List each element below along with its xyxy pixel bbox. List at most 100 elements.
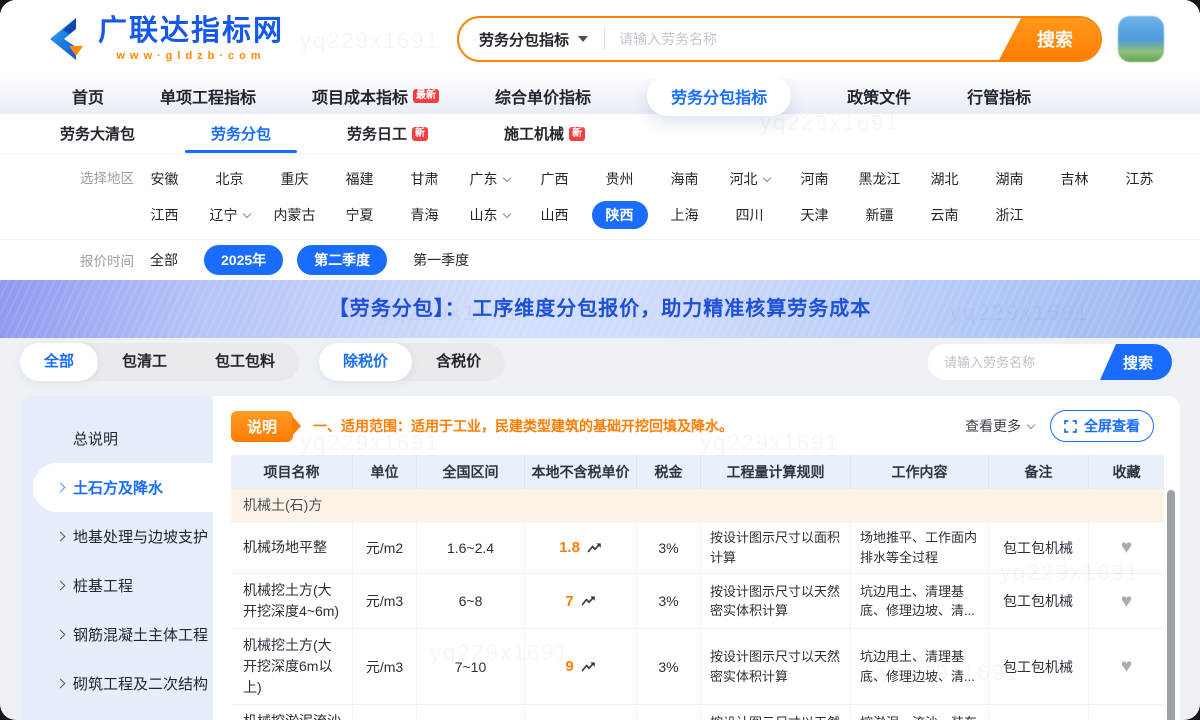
sidebar-item-label: 钢筋混凝土主体工程	[73, 624, 208, 645]
nav-item[interactable]: 首页	[72, 84, 104, 108]
region-chip[interactable]: 广西	[522, 165, 587, 193]
sidebar-item[interactable]: 装饰装修工程	[21, 708, 213, 720]
table-header-row: 项目名称单位全国区间本地不含税单价税金工程量计算规则工作内容备注收藏	[231, 455, 1164, 489]
region-chip[interactable]: 新疆	[847, 201, 912, 229]
time-option[interactable]: 第二季度	[297, 245, 387, 275]
region-chip[interactable]: 湖北	[912, 165, 977, 193]
subnav-item[interactable]: 劳务大清包	[60, 114, 135, 153]
cell-favorite: ♥	[1089, 629, 1164, 704]
region-chip[interactable]: 河南	[782, 165, 847, 193]
region-chip[interactable]: 陕西	[587, 201, 652, 229]
time-option[interactable]: 2025年	[204, 245, 283, 275]
header-search-bar: 劳务分包指标 搜索	[457, 16, 1102, 62]
nav-item[interactable]: 行管指标	[967, 84, 1031, 108]
table-search-input[interactable]	[928, 355, 1100, 370]
region-chip[interactable]: 内蒙古	[262, 201, 327, 229]
region-chip[interactable]: 辽宁	[197, 201, 262, 229]
fullscreen-button[interactable]: 全屏查看	[1050, 410, 1154, 442]
region-chip[interactable]: 上海	[652, 201, 717, 229]
sidebar-item[interactable]: 砌筑工程及二次结构	[21, 659, 213, 708]
favorite-heart-icon[interactable]: ♥	[1121, 538, 1132, 557]
subnav-item[interactable]: 劳务分包	[211, 114, 271, 153]
region-chip[interactable]: 云南	[912, 201, 977, 229]
trend-up-icon	[587, 542, 602, 554]
region-chip-label: 重庆	[271, 165, 319, 193]
cell-local-price: 1.8	[525, 522, 637, 573]
sidebar-item[interactable]: 桩基工程	[21, 561, 213, 610]
nav-item-label: 首页	[72, 84, 104, 108]
region-chip[interactable]: 安徽	[132, 165, 197, 193]
region-chip[interactable]: 黑龙江	[847, 165, 912, 193]
time-filter-section: 报价时间 全部2025年第二季度第一季度	[0, 240, 1200, 280]
region-label: 选择地区	[0, 165, 132, 229]
region-chip[interactable]: 青海	[392, 201, 457, 229]
subnav-item[interactable]: 劳务日工新	[347, 114, 428, 153]
search-category-dropdown[interactable]: 劳务分包指标	[459, 29, 604, 50]
cell-calc-rule: 按设计图示尺寸以天然密实体积计算	[701, 705, 851, 720]
region-chip[interactable]: 山东	[457, 201, 522, 229]
time-option[interactable]: 第一季度	[401, 245, 481, 275]
cell-project-name: 机械挖土方(大开挖深度4~6m)	[231, 574, 353, 628]
site-logo[interactable]: 广联达指标网 www·gldzb·com	[42, 16, 284, 62]
region-chip[interactable]: 广东	[457, 165, 522, 193]
filter-segment[interactable]: 包清工	[98, 343, 191, 381]
sidebar-item[interactable]: 地基处理与边坡支护	[21, 512, 213, 561]
region-chip[interactable]: 河北	[717, 165, 782, 193]
nav-item[interactable]: 单项工程指标	[160, 84, 256, 108]
region-chip[interactable]: 天津	[782, 201, 847, 229]
favorite-heart-icon[interactable]: ♥	[1121, 657, 1132, 676]
region-chip[interactable]: 重庆	[262, 165, 327, 193]
favorite-heart-icon[interactable]: ♥	[1121, 592, 1132, 611]
sidebar-item[interactable]: 钢筋混凝土主体工程	[21, 610, 213, 659]
chevron-down-icon	[502, 173, 510, 181]
filter-segment[interactable]: 包工包料	[191, 343, 299, 381]
filter-bar: 全部包清工包工包料 除税价含税价 搜索	[0, 338, 1200, 386]
region-chip[interactable]: 福建	[327, 165, 392, 193]
region-chip[interactable]: 山西	[522, 201, 587, 229]
filter-segment[interactable]: 全部	[20, 343, 98, 381]
search-input[interactable]	[605, 31, 998, 47]
region-chip[interactable]: 贵州	[587, 165, 652, 193]
nav-item[interactable]: 项目成本指标最新	[312, 84, 439, 108]
table-scrollbar[interactable]	[1167, 490, 1175, 720]
region-chip-label: 贵州	[596, 165, 644, 193]
filter-segment[interactable]: 含税价	[412, 343, 505, 381]
region-chip[interactable]: 海南	[652, 165, 717, 193]
region-chip[interactable]: 江西	[132, 201, 197, 229]
time-options: 全部 2025年第二季度第一季度	[138, 245, 481, 275]
sidebar-item[interactable]: 土石方及降水	[33, 463, 213, 512]
subnav-item[interactable]: 施工机械新	[504, 114, 585, 153]
time-option[interactable]: 全部	[138, 245, 190, 275]
region-chip-label: 甘肃	[401, 165, 449, 193]
sidebar-item[interactable]: 总说明	[21, 414, 213, 463]
region-chip[interactable]: 四川	[717, 201, 782, 229]
cell-note: 包工包机械	[989, 522, 1089, 573]
region-chip[interactable]: 湖南	[977, 165, 1042, 193]
cell-work-content: 坑边甩土、清理基底、修理边坡、清...	[851, 629, 989, 704]
search-button[interactable]: 搜索	[998, 16, 1100, 62]
price-value: 7	[565, 593, 573, 610]
view-more-link[interactable]: 查看更多	[965, 416, 1034, 436]
table-search-button[interactable]: 搜索	[1100, 344, 1172, 380]
nav-item[interactable]: 劳务分包指标	[647, 76, 791, 116]
region-chip[interactable]: 甘肃	[392, 165, 457, 193]
table-header-cell: 收藏	[1089, 455, 1164, 489]
region-chip-label: 云南	[921, 201, 969, 229]
user-avatar[interactable]	[1118, 16, 1164, 62]
region-chip[interactable]: 宁夏	[327, 201, 392, 229]
region-chip-label: 湖南	[986, 165, 1034, 193]
app-window: 广联达指标网 www·gldzb·com 劳务分包指标 搜索 首页单项工程指标项…	[0, 0, 1200, 720]
region-chip-label: 江西	[141, 201, 189, 229]
region-chip[interactable]: 江苏	[1107, 165, 1172, 193]
trend-up-icon	[581, 595, 596, 607]
table-body: 机械场地平整元/m21.6~2.41.83%按设计图示尺寸以面积计算场地推平、工…	[231, 522, 1164, 720]
region-chip[interactable]: 吉林	[1042, 165, 1107, 193]
nav-item[interactable]: 综合单价指标	[495, 84, 591, 108]
caret-down-icon	[578, 36, 588, 42]
cell-local-price: 7	[525, 574, 637, 628]
filter-segment[interactable]: 除税价	[319, 343, 412, 381]
region-chip[interactable]: 浙江	[977, 201, 1042, 229]
chevron-right-icon	[56, 532, 66, 542]
nav-item[interactable]: 政策文件	[847, 84, 911, 108]
region-chip[interactable]: 北京	[197, 165, 262, 193]
